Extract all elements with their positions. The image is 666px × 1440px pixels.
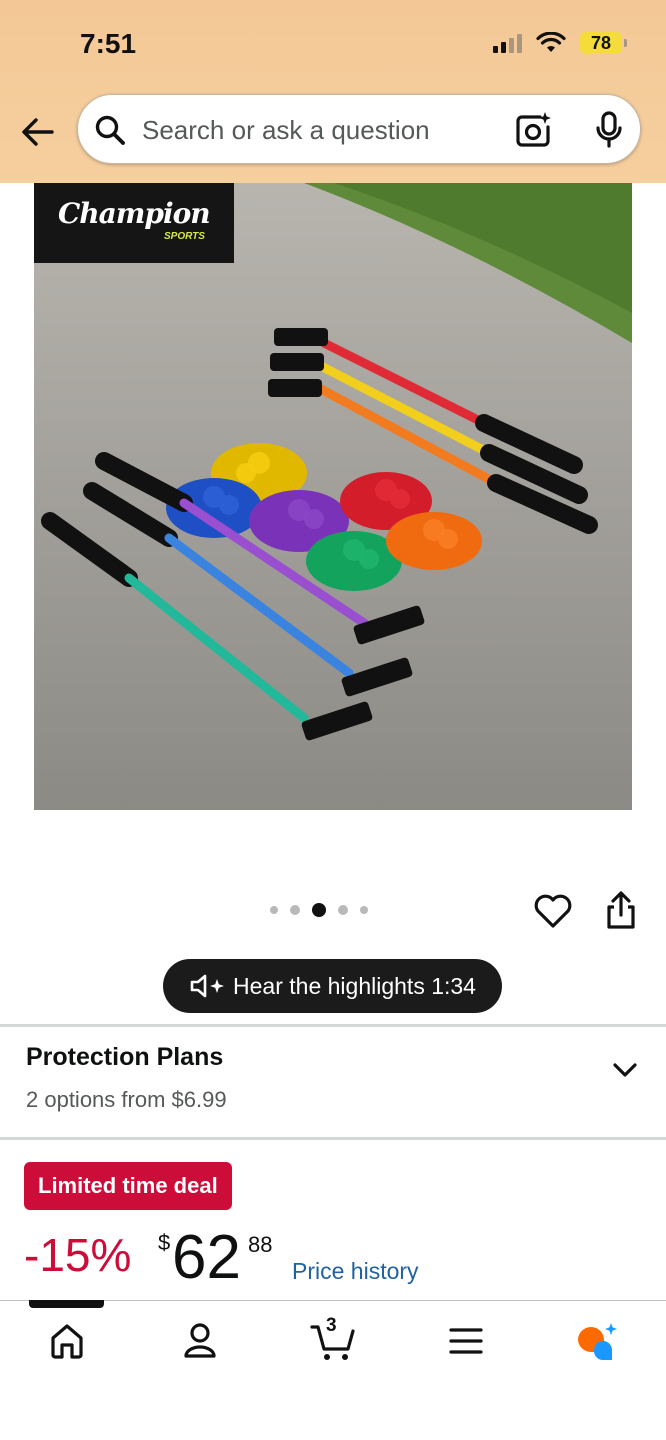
carousel-dot-active[interactable] (312, 903, 326, 917)
price-history-link[interactable]: Price history (292, 1258, 419, 1285)
hear-highlights-label: Hear the highlights 1:34 (233, 972, 476, 999)
price-currency: $ (158, 1230, 171, 1255)
product-photo (34, 183, 632, 810)
tab-account[interactable] (177, 1318, 223, 1364)
image-carousel-dots[interactable] (270, 903, 368, 917)
tab-cart[interactable]: 3 (310, 1315, 356, 1364)
tab-home[interactable] (44, 1318, 90, 1364)
carousel-dot[interactable] (290, 905, 300, 915)
brand-subtitle: SPORTS (164, 231, 205, 242)
battery-icon: 78 (580, 32, 627, 54)
search-input[interactable] (140, 111, 484, 149)
battery-level: 78 (590, 32, 612, 53)
carousel-dot[interactable] (338, 905, 348, 915)
tab-rufus[interactable] (574, 1318, 620, 1364)
hear-highlights-button[interactable]: Hear the highlights 1:34 (163, 959, 502, 1013)
limited-deal-badge: Limited time deal (24, 1162, 232, 1210)
status-time: 7:51 (80, 28, 137, 59)
protection-plans-title: Protection Plans (26, 1043, 224, 1071)
back-arrow-icon[interactable] (18, 112, 58, 152)
hamburger-menu-icon (449, 1328, 483, 1354)
status-icons: 78 (493, 32, 627, 54)
app-header: 7:51 78 (0, 0, 666, 183)
cellular-signal-icon (493, 33, 522, 53)
carousel-dot[interactable] (270, 906, 278, 914)
person-icon (184, 1323, 216, 1358)
microphone-icon[interactable] (594, 111, 624, 149)
chevron-down-icon[interactable] (610, 1057, 640, 1083)
carousel-dot[interactable] (360, 906, 368, 914)
camera-lens-icon[interactable] (514, 111, 552, 149)
search-bar[interactable] (77, 94, 641, 164)
search-icon (95, 115, 125, 145)
brand-name: Champion (58, 197, 211, 230)
active-tab-indicator (29, 1300, 104, 1308)
section-divider (0, 1024, 666, 1027)
home-icon (51, 1324, 83, 1359)
heart-icon[interactable] (532, 890, 574, 932)
rufus-assistant-icon (578, 1323, 617, 1361)
wifi-icon (536, 32, 566, 52)
brand-logo: Champion SPORTS (34, 183, 234, 263)
product-image[interactable]: Champion SPORTS (34, 183, 632, 810)
discount-percent: -15% (24, 1229, 132, 1281)
speaker-sparkle-icon (190, 974, 225, 998)
share-icon[interactable] (604, 890, 638, 932)
price-whole: 62 (172, 1223, 241, 1292)
price-fraction: 88 (248, 1232, 273, 1257)
protection-plans-subtitle: 2 options from $6.99 (26, 1087, 227, 1112)
cart-count: 3 (326, 1315, 337, 1336)
section-divider (0, 1137, 666, 1140)
tab-menu[interactable] (443, 1318, 489, 1364)
